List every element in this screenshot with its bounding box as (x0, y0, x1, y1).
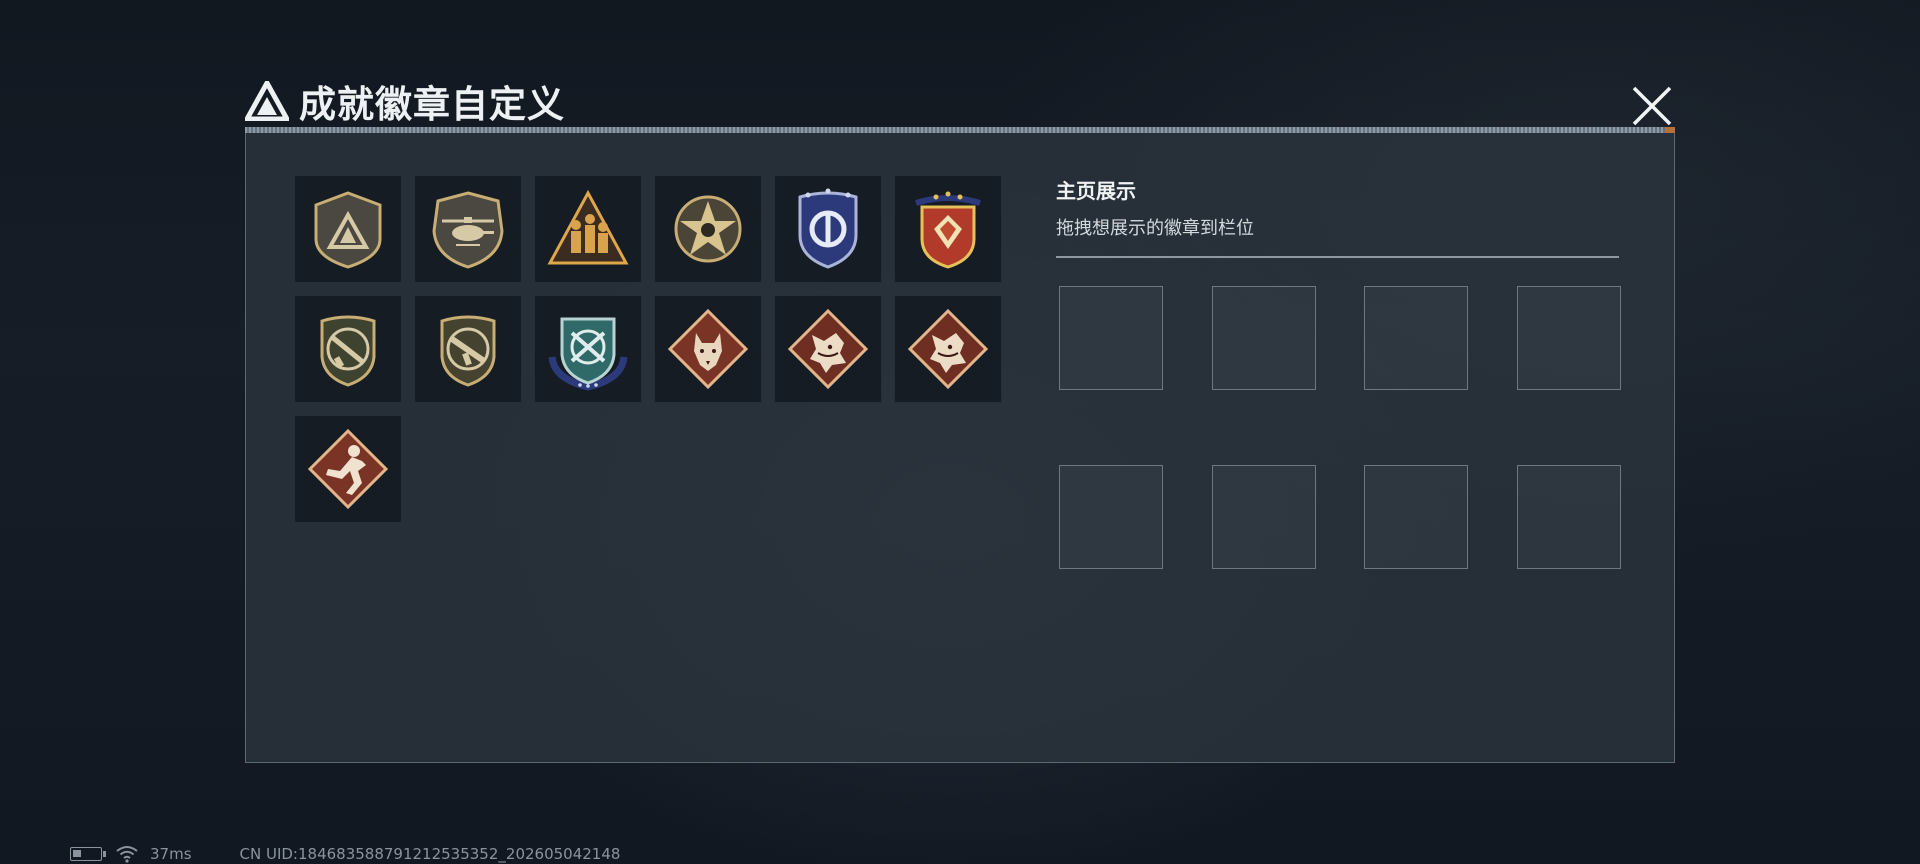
wifi-icon (116, 846, 138, 863)
uid-text: CN UID:184683588791212535352_20260504214… (239, 845, 621, 863)
showcase-slot-4[interactable] (1517, 286, 1621, 390)
helicopter-shield-badge[interactable] (414, 175, 522, 283)
triangle-shield-icon (314, 191, 382, 269)
teal-crossed-shield-icon (548, 317, 628, 391)
dragon-diamond-badge-2[interactable] (894, 295, 1002, 403)
showcase-divider (1056, 256, 1619, 258)
showcase-title: 主页展示 (1056, 179, 1136, 203)
runner-diamond-badge[interactable] (294, 415, 402, 523)
close-icon[interactable] (1628, 82, 1676, 130)
badge-customize-panel: 主页展示 拖拽想展示的徽章到栏位 (245, 133, 1675, 763)
triangle-logo-icon (245, 81, 289, 121)
wolf-diamond-badge[interactable] (654, 295, 762, 403)
smg-shield-icon (440, 315, 496, 387)
status-bar: 37ms CN UID:184683588791212535352_202605… (70, 844, 620, 864)
soldiers-triangle-icon (547, 189, 629, 265)
dragon-diamond-icon (787, 308, 869, 390)
showcase-slot-5[interactable] (1059, 465, 1163, 569)
smg-shield-badge[interactable] (414, 295, 522, 403)
showcase-slot-2[interactable] (1212, 286, 1316, 390)
showcase-instruction: 拖拽想展示的徽章到栏位 (1056, 218, 1254, 239)
teal-crossed-badge[interactable] (534, 295, 642, 403)
homepage-showcase: 主页展示 拖拽想展示的徽章到栏位 (1056, 175, 1626, 258)
star-seal-badge[interactable] (654, 175, 762, 283)
showcase-slot-7[interactable] (1364, 465, 1468, 569)
blue-shield-icon (798, 188, 858, 269)
showcase-slot-1[interactable] (1059, 286, 1163, 390)
battery-icon (70, 847, 106, 861)
title-bar: 成就徽章自定义 (245, 76, 565, 126)
wolf-diamond-icon (667, 308, 749, 390)
showcase-slot-3[interactable] (1364, 286, 1468, 390)
ping-value: 37ms (150, 845, 192, 863)
red-gold-shield-icon (915, 191, 981, 269)
soldiers-triangle-badge[interactable] (534, 175, 642, 283)
star-seal-icon (674, 195, 742, 263)
runner-diamond-icon (307, 428, 389, 510)
page-title: 成就徽章自定义 (299, 83, 565, 126)
showcase-slot-8[interactable] (1517, 465, 1621, 569)
dragon-diamond-icon (907, 308, 989, 390)
red-gold-shield-badge[interactable] (894, 175, 1002, 283)
blue-shield-badge[interactable] (774, 175, 882, 283)
rifle-shield-icon (320, 315, 376, 387)
helicopter-shield-icon (432, 191, 504, 269)
showcase-slot-6[interactable] (1212, 465, 1316, 569)
rifle-shield-badge[interactable] (294, 295, 402, 403)
triangle-shield-badge[interactable] (294, 175, 402, 283)
dragon-diamond-badge-1[interactable] (774, 295, 882, 403)
